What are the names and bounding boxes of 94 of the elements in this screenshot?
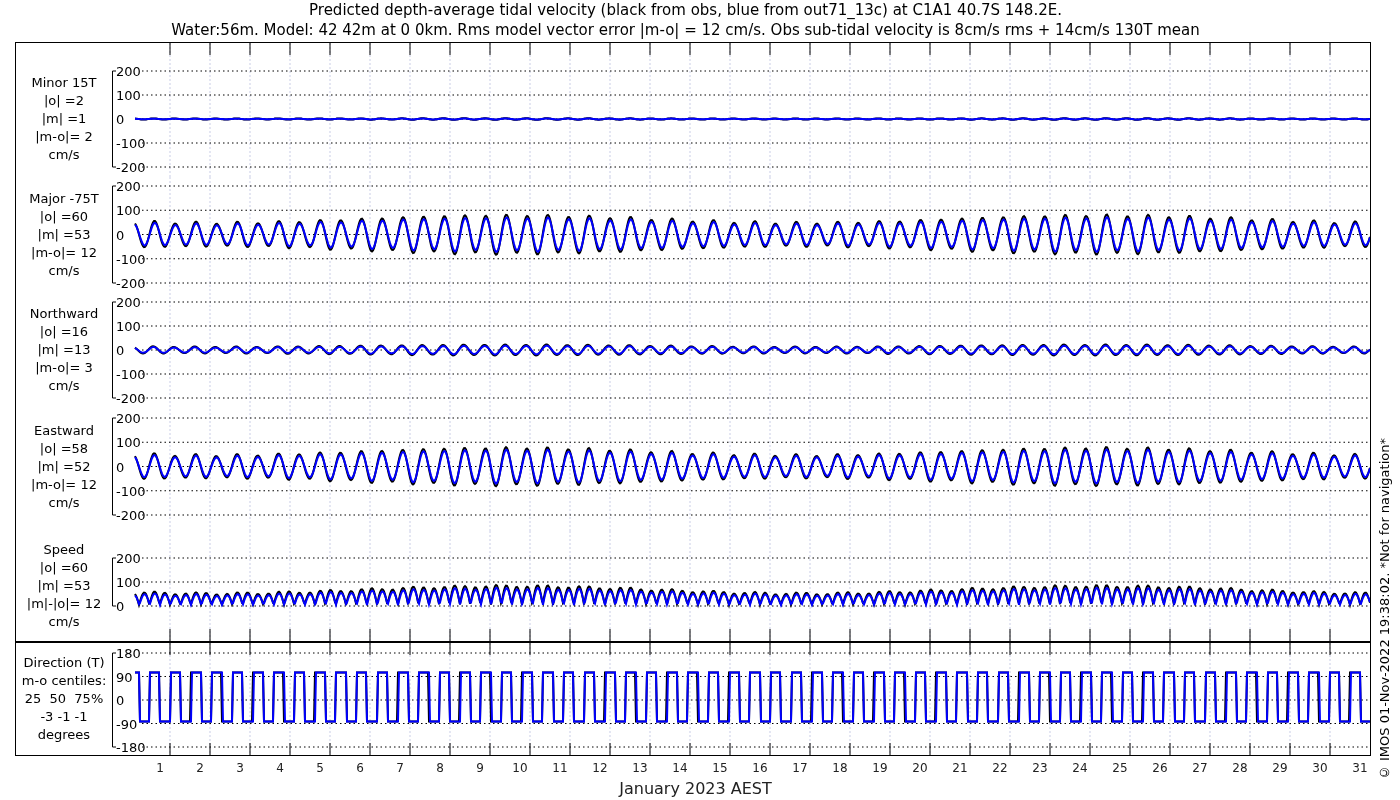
y-tick-label: -180 (116, 740, 146, 755)
panel-label: cm/s (48, 377, 80, 395)
panel-label: |o| =2 (44, 92, 84, 110)
x-tick-label: 17 (792, 761, 808, 775)
y-tick-label: 180 (116, 646, 141, 661)
x-tick-label: 24 (1072, 761, 1088, 775)
y-tick-label: -100 (116, 483, 146, 499)
panel-label: |m-o|= 12 (31, 475, 97, 494)
chart-title: Predicted depth-average tidal velocity (black from obs, blue from out71_13c) at C1A1 40.7S 148.2E. (309, 0, 1062, 20)
y-tick-label: 100 (116, 575, 141, 590)
panel-label: |o| =16 (39, 323, 89, 341)
y-tick-label: 200 (116, 411, 141, 426)
y-tick-label: 0 (116, 227, 125, 243)
panel-label: |m| =13 (37, 341, 91, 359)
panel-label: |m-o|= 2 (35, 128, 93, 146)
x-tick-label: 9 (476, 761, 484, 775)
y-tick-label: -100 (116, 136, 146, 151)
y-tick-label: 200 (116, 64, 141, 79)
copyright-note: © IMOS 01-Nov-2022 19:38:02. *Not for navigation* (1377, 437, 1393, 780)
x-tick-label: 2 (196, 761, 204, 775)
panel-label: |o| =60 (39, 207, 89, 226)
y-tick-label: 200 (116, 551, 141, 566)
panel-label: Direction (T) (23, 654, 105, 672)
y-tick-label: 100 (116, 435, 141, 451)
x-tick-label: 14 (672, 761, 688, 775)
y-tick-label: -200 (116, 276, 146, 291)
panel-label: |m|-|o|= 12 (26, 595, 102, 613)
x-tick-label: 8 (436, 761, 444, 775)
panel-label: |m| =53 (37, 225, 91, 244)
x-tick-label: 6 (356, 761, 364, 775)
y-tick-label: -100 (116, 367, 146, 382)
x-tick-label: 22 (992, 761, 1008, 775)
x-tick-label: 4 (276, 761, 284, 775)
panel-label: Speed (43, 541, 85, 559)
x-tick-label: 1 (156, 761, 164, 775)
x-tick-label: 11 (552, 761, 568, 775)
x-tick-label: 26 (1152, 761, 1168, 775)
y-tick-label: 0 (116, 112, 125, 127)
y-tick-label: 0 (116, 459, 125, 475)
panel-label: cm/s (48, 613, 80, 631)
panel-label: Major -75T (29, 189, 99, 208)
y-tick-label: -100 (116, 251, 146, 267)
y-tick-label: 200 (116, 179, 141, 194)
panel-label: |o| =60 (39, 559, 89, 577)
panel-label: |m| =52 (37, 457, 91, 476)
panel-label: degrees (37, 726, 91, 744)
panel-label: |m| =53 (37, 577, 91, 595)
panel-label: |m| =1 (41, 110, 87, 128)
y-tick-label: -200 (116, 508, 146, 523)
x-tick-label: 3 (236, 761, 244, 775)
y-tick-label: 0 (116, 693, 125, 708)
panel-label: |m-o|= 12 (31, 243, 97, 262)
x-tick-label: 16 (752, 761, 768, 775)
panel-label: 25 50 75% (24, 690, 104, 708)
y-tick-label: 0 (116, 343, 125, 358)
panel-label: Northward (29, 305, 99, 323)
x-tick-label: 18 (832, 761, 848, 775)
x-tick-label: 29 (1272, 761, 1288, 775)
x-tick-label: 21 (952, 761, 968, 775)
chart-title: Water:56m. Model: 42 42m at 0 0km. Rms model vector error |m-o| = 12 cm/s. Obs sub-tidal velocity is 8cm/s rms + 14cm/s 130T mean (171, 20, 1200, 40)
panel-label: cm/s (48, 261, 80, 280)
x-tick-label: 30 (1312, 761, 1328, 775)
panel-label: -3 -1 -1 (40, 708, 88, 726)
x-tick-label: 23 (1032, 761, 1048, 775)
x-axis-label: January 2023 AEST (619, 780, 772, 798)
x-tick-label: 31 (1352, 761, 1368, 775)
y-tick-label: 90 (116, 669, 133, 685)
x-tick-label: 25 (1112, 761, 1128, 775)
x-tick-label: 12 (592, 761, 608, 775)
panel-label: |m-o|= 3 (35, 359, 93, 377)
y-tick-label: 100 (116, 203, 141, 219)
panel-label: cm/s (48, 493, 80, 512)
y-tick-label: -200 (116, 160, 146, 175)
y-tick-label: 100 (116, 88, 141, 103)
x-tick-label: 20 (912, 761, 928, 775)
y-tick-label: -90 (116, 716, 138, 732)
panel-label: cm/s (48, 146, 80, 164)
x-tick-label: 15 (712, 761, 728, 775)
x-tick-label: 13 (632, 761, 648, 775)
x-tick-label: 19 (872, 761, 888, 775)
x-tick-label: 27 (1192, 761, 1208, 775)
panel-label: Eastward (33, 421, 94, 440)
panel-label: m-o centiles: (21, 672, 107, 690)
y-axis (112, 557, 117, 607)
y-tick-label: 100 (116, 319, 141, 334)
panel-label: |o| =58 (39, 439, 89, 458)
y-tick-label: 0 (116, 599, 125, 614)
panel-label: Minor 15T (31, 74, 97, 92)
y-tick-label: 200 (116, 295, 141, 310)
x-tick-label: 10 (512, 761, 528, 775)
y-tick-label: -200 (116, 391, 146, 406)
x-tick-label: 28 (1232, 761, 1248, 775)
x-tick-label: 5 (316, 761, 324, 775)
x-tick-label: 7 (396, 761, 404, 775)
